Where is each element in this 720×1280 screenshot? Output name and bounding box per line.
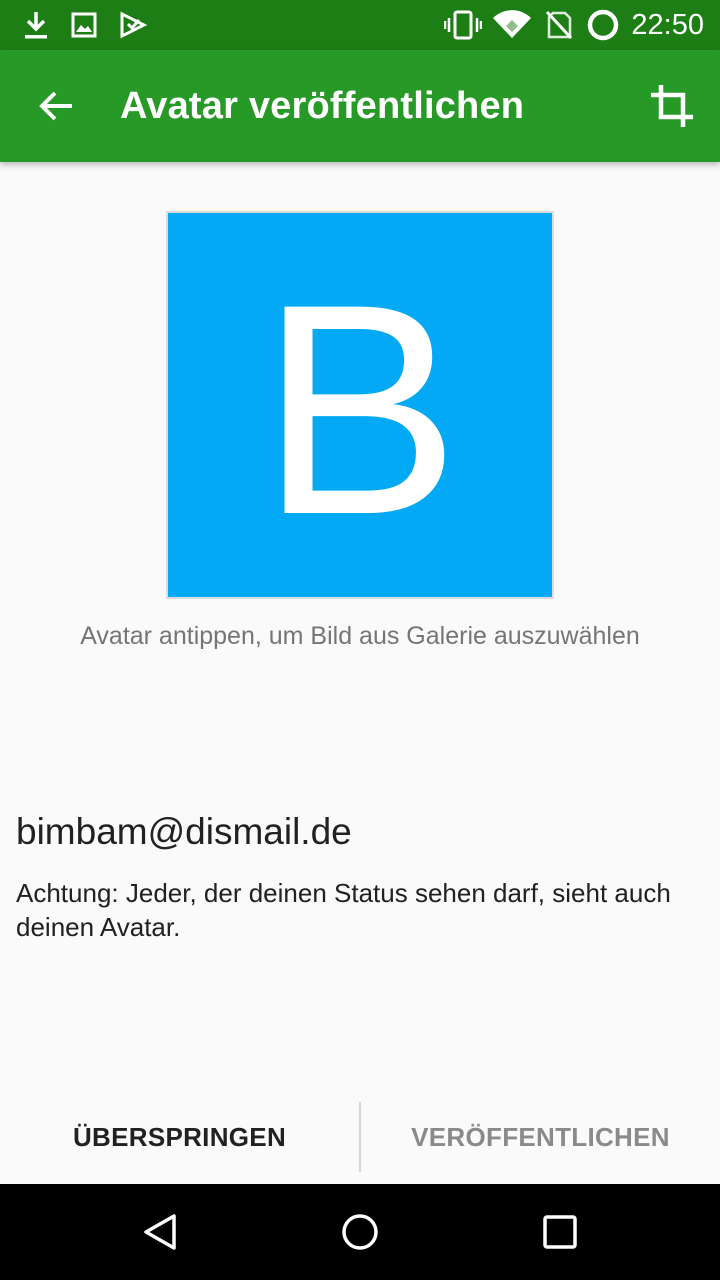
page-title: Avatar veröffentlichen	[120, 85, 525, 127]
nav-home-button[interactable]	[328, 1200, 392, 1264]
avatar-image[interactable]: B	[166, 211, 554, 599]
navigation-bar	[0, 1184, 720, 1280]
skip-button[interactable]: ÜBERSPRINGEN	[0, 1102, 359, 1172]
avatar-warning: Achtung: Jeder, der deinen Status sehen …	[16, 878, 671, 942]
crop-button[interactable]	[640, 74, 704, 138]
avatar-hint: Avatar antippen, um Bild aus Galerie aus…	[80, 622, 640, 650]
wifi-icon	[492, 9, 532, 41]
recents-square-icon	[543, 1215, 577, 1249]
avatar-letter: B	[259, 241, 461, 577]
app-bar: Avatar veröffentlichen	[0, 50, 720, 162]
back-triangle-icon	[144, 1214, 176, 1250]
play-store-check-icon	[118, 9, 148, 41]
clock: 22:50	[631, 9, 704, 41]
download-icon	[22, 9, 50, 41]
status-bar: 22:50	[0, 0, 720, 50]
crop-icon	[651, 85, 693, 127]
back-button[interactable]	[24, 74, 88, 138]
account-jid: bimbam@dismail.de	[16, 811, 352, 852]
button-bar: ÜBERSPRINGEN VERÖFFENTLICHEN	[0, 1102, 720, 1172]
home-circle-icon	[342, 1214, 378, 1250]
arrow-back-icon	[39, 91, 72, 121]
nav-recents-button[interactable]	[528, 1200, 592, 1264]
image-icon	[70, 9, 98, 41]
nav-back-button[interactable]	[128, 1200, 192, 1264]
no-sim-icon	[544, 9, 574, 41]
vibrate-icon	[444, 9, 482, 41]
battery-ring-icon	[586, 9, 620, 41]
publish-button[interactable]: VERÖFFENTLICHEN	[361, 1102, 720, 1172]
